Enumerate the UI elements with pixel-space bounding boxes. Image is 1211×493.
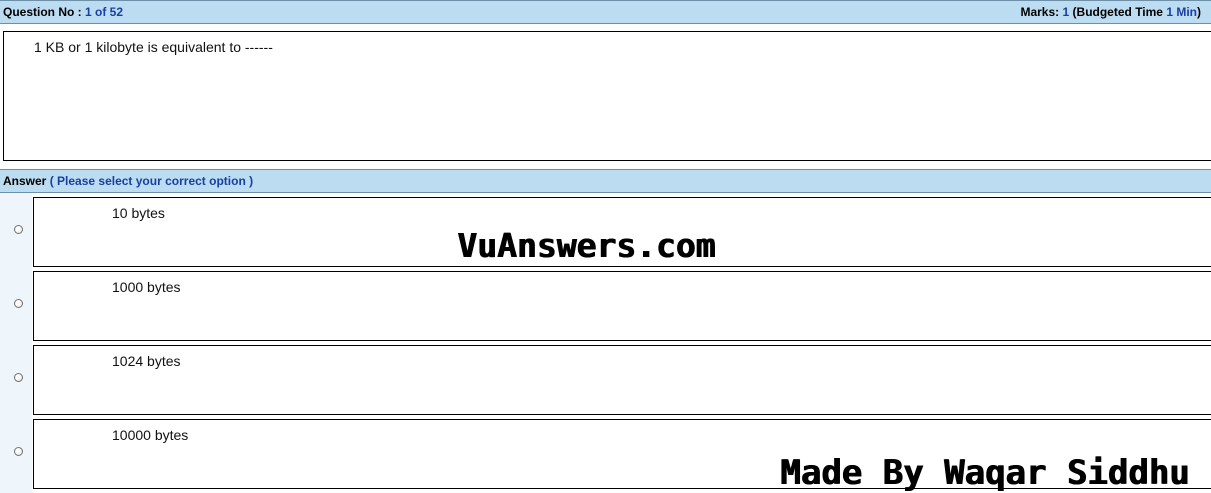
answer-label: Answer xyxy=(3,174,47,188)
budget-time-label: (Budgeted Time xyxy=(1072,5,1163,19)
question-text: 1 KB or 1 kilobyte is equivalent to ----… xyxy=(34,39,273,55)
answer-header-bar: Answer ( Please select your correct opti… xyxy=(0,169,1211,193)
option-radio-2[interactable] xyxy=(14,299,23,308)
question-number-label: Question No : xyxy=(3,5,82,19)
question-header-bar: Question No : 1 of 52 Marks: 1 (Budgeted… xyxy=(0,0,1211,24)
answer-option-2[interactable]: 1000 bytes xyxy=(33,271,1211,341)
option-label-4: 10000 bytes xyxy=(112,427,189,443)
marks-info: Marks: 1 (Budgeted Time 1 Min) xyxy=(1020,5,1201,19)
answer-heading: Answer ( Please select your correct opti… xyxy=(3,174,253,188)
option-label-3: 1024 bytes xyxy=(112,353,181,369)
question-number-value: 1 of 52 xyxy=(85,5,124,19)
site-watermark: VuAnswers.com xyxy=(457,226,716,265)
option-radio-1[interactable] xyxy=(14,225,23,234)
budget-time-value: 1 Min xyxy=(1166,5,1197,19)
marks-label: Marks: xyxy=(1020,5,1060,19)
marks-value: 1 xyxy=(1062,5,1070,19)
option-radio-3[interactable] xyxy=(14,373,23,382)
answer-option-3[interactable]: 1024 bytes xyxy=(33,345,1211,415)
budget-time-close: ) xyxy=(1197,5,1201,19)
option-radio-4[interactable] xyxy=(14,447,23,456)
question-box: 1 KB or 1 kilobyte is equivalent to ----… xyxy=(3,31,1211,161)
question-counter: Question No : 1 of 52 xyxy=(3,5,123,19)
answer-instruction: ( Please select your correct option ) xyxy=(49,174,254,188)
credit-watermark: Made By Waqar Siddhu xyxy=(780,453,1190,493)
option-label-1: 10 bytes xyxy=(112,205,165,221)
option-label-2: 1000 bytes xyxy=(112,279,181,295)
